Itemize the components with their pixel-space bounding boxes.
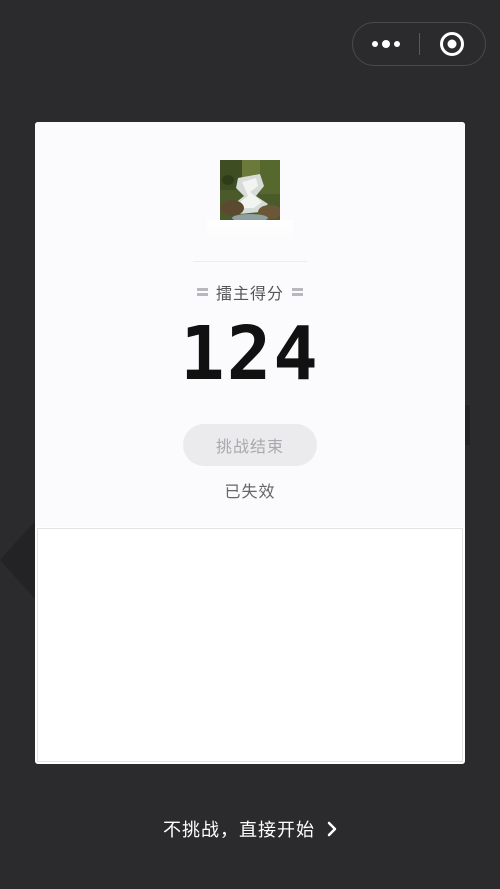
skip-challenge-label: 不挑战，直接开始	[163, 820, 315, 841]
status-expired-text: 已失效	[224, 482, 276, 501]
avatar-shadow	[207, 220, 293, 244]
miniprogram-capsule	[352, 22, 486, 66]
challenge-card: 擂主得分 124 挑战结束 已失效	[35, 122, 465, 764]
score-number: 124	[180, 318, 320, 388]
close-button[interactable]	[420, 23, 486, 65]
background-arrow-decoration	[0, 520, 36, 600]
score-value: 124	[180, 318, 320, 388]
target-circle-icon	[440, 32, 465, 56]
equals-left-icon	[196, 288, 208, 296]
skip-challenge-link[interactable]: 不挑战，直接开始	[0, 816, 500, 842]
waterfall-photo	[220, 160, 280, 220]
more-dots-icon	[371, 41, 378, 47]
challenge-ended-button[interactable]: 挑战结束	[183, 424, 317, 466]
screen: 擂主得分 124 挑战结束 已失效 不挑战，直接开始	[0, 0, 500, 889]
host-avatar	[220, 160, 280, 220]
card-header-section: 擂主得分 124 挑战结束 已失效	[35, 122, 465, 527]
more-button[interactable]	[353, 23, 419, 65]
chevron-right-icon	[327, 821, 337, 837]
score-title: 擂主得分	[215, 284, 284, 303]
avatar-separator	[193, 261, 307, 262]
score-title-row: 擂主得分	[35, 280, 465, 304]
more-dot-center	[381, 40, 390, 48]
equals-right-icon	[292, 288, 303, 296]
more-dot-right	[393, 41, 400, 47]
card-content-area	[37, 528, 463, 762]
